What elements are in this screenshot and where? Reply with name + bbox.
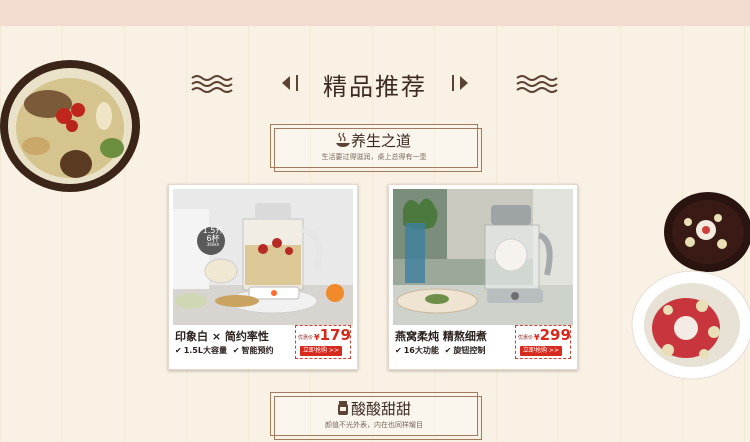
check-icon: ✔ [232,346,240,355]
check-icon: ✔ [395,346,402,355]
product-2-feature-2: 旋钮控制 [453,346,486,355]
price-value: 299 [539,326,571,344]
product-photo-glass-kettle [393,189,573,325]
section-health-box: 养生之道 生活要过得滋润，桌上总得有一壶 [270,124,482,172]
product-card-1[interactable]: 1.5升 6杯 360kh 印象白 × 简约率性 ✔ 1.5L大容量 ✔ 智能预约 … [168,184,358,370]
product-2-feature-1: 16大功能 [403,346,439,355]
section-health-subtitle: 生活要过得滋润，桌上总得有一壶 [321,153,427,161]
price-label: 优惠价 [518,335,534,341]
product-photo-white-kettle [173,189,353,325]
capacity-badge: 1.5升 6杯 360kh [199,227,227,247]
product-1-feature-1: 1.5L大容量 [183,346,227,355]
section-heading: 精品推荐 [323,73,427,101]
product-card-2[interactable]: 燕窝柔炖 精熬细煮 ✔ 16大功能 ✔ 旋钮控制 优惠价 ¥299 立即抢购 >> [388,184,578,370]
check-icon: ✔ [175,346,182,355]
arrow-right-icon [460,76,468,90]
product-1-feature-2: 智能预约 [241,346,274,355]
product-1-features: ✔ 1.5L大容量 ✔ 智能预约 [175,345,273,356]
check-icon: ✔ [444,346,452,355]
divider-bar-right [452,75,454,91]
product-1-price-box: 优惠价 ¥179 立即抢购 >> [295,325,351,359]
buy-now-button-1[interactable]: 立即抢购 >> [300,346,342,356]
product-2-tagline: 燕窝柔炖 精熬细煮 [395,330,487,343]
divider-bar-left [296,75,298,91]
dessert-bowl-bottom-image [631,270,750,380]
wave-ornament-right [516,75,558,93]
section-health-title: 养生之道 [350,132,411,150]
product-1-price: ¥179 [314,326,351,344]
section-sweet-subtitle: 颜值不光外表，内在也同样耀目 [325,421,423,429]
buy-now-button-2[interactable]: 立即抢购 >> [520,346,562,356]
product-2-price: ¥299 [534,326,571,344]
arrow-left-icon [282,76,290,90]
product-2-price-box: 优惠价 ¥299 立即抢购 >> [515,325,571,359]
soup-bowl-image [0,60,140,192]
price-label: 优惠价 [298,335,314,341]
top-banner-strip [0,0,750,26]
product-2-features: ✔ 16大功能 ✔ 旋钮控制 [395,345,485,356]
steam-bowl-icon [336,132,350,147]
section-sweet-title: 酸酸甜甜 [350,400,411,418]
wave-ornament-left [191,75,233,93]
price-value: 179 [319,326,351,344]
product-1-tagline: 印象白 × 简约率性 [175,330,269,343]
capacity-badge-small: 360kh [206,242,220,247]
section-sweet-box: 酸酸甜甜 颜值不光外表，内在也同样耀目 [270,392,482,440]
jar-icon [338,401,348,415]
dessert-bowl-top-image [664,192,750,272]
